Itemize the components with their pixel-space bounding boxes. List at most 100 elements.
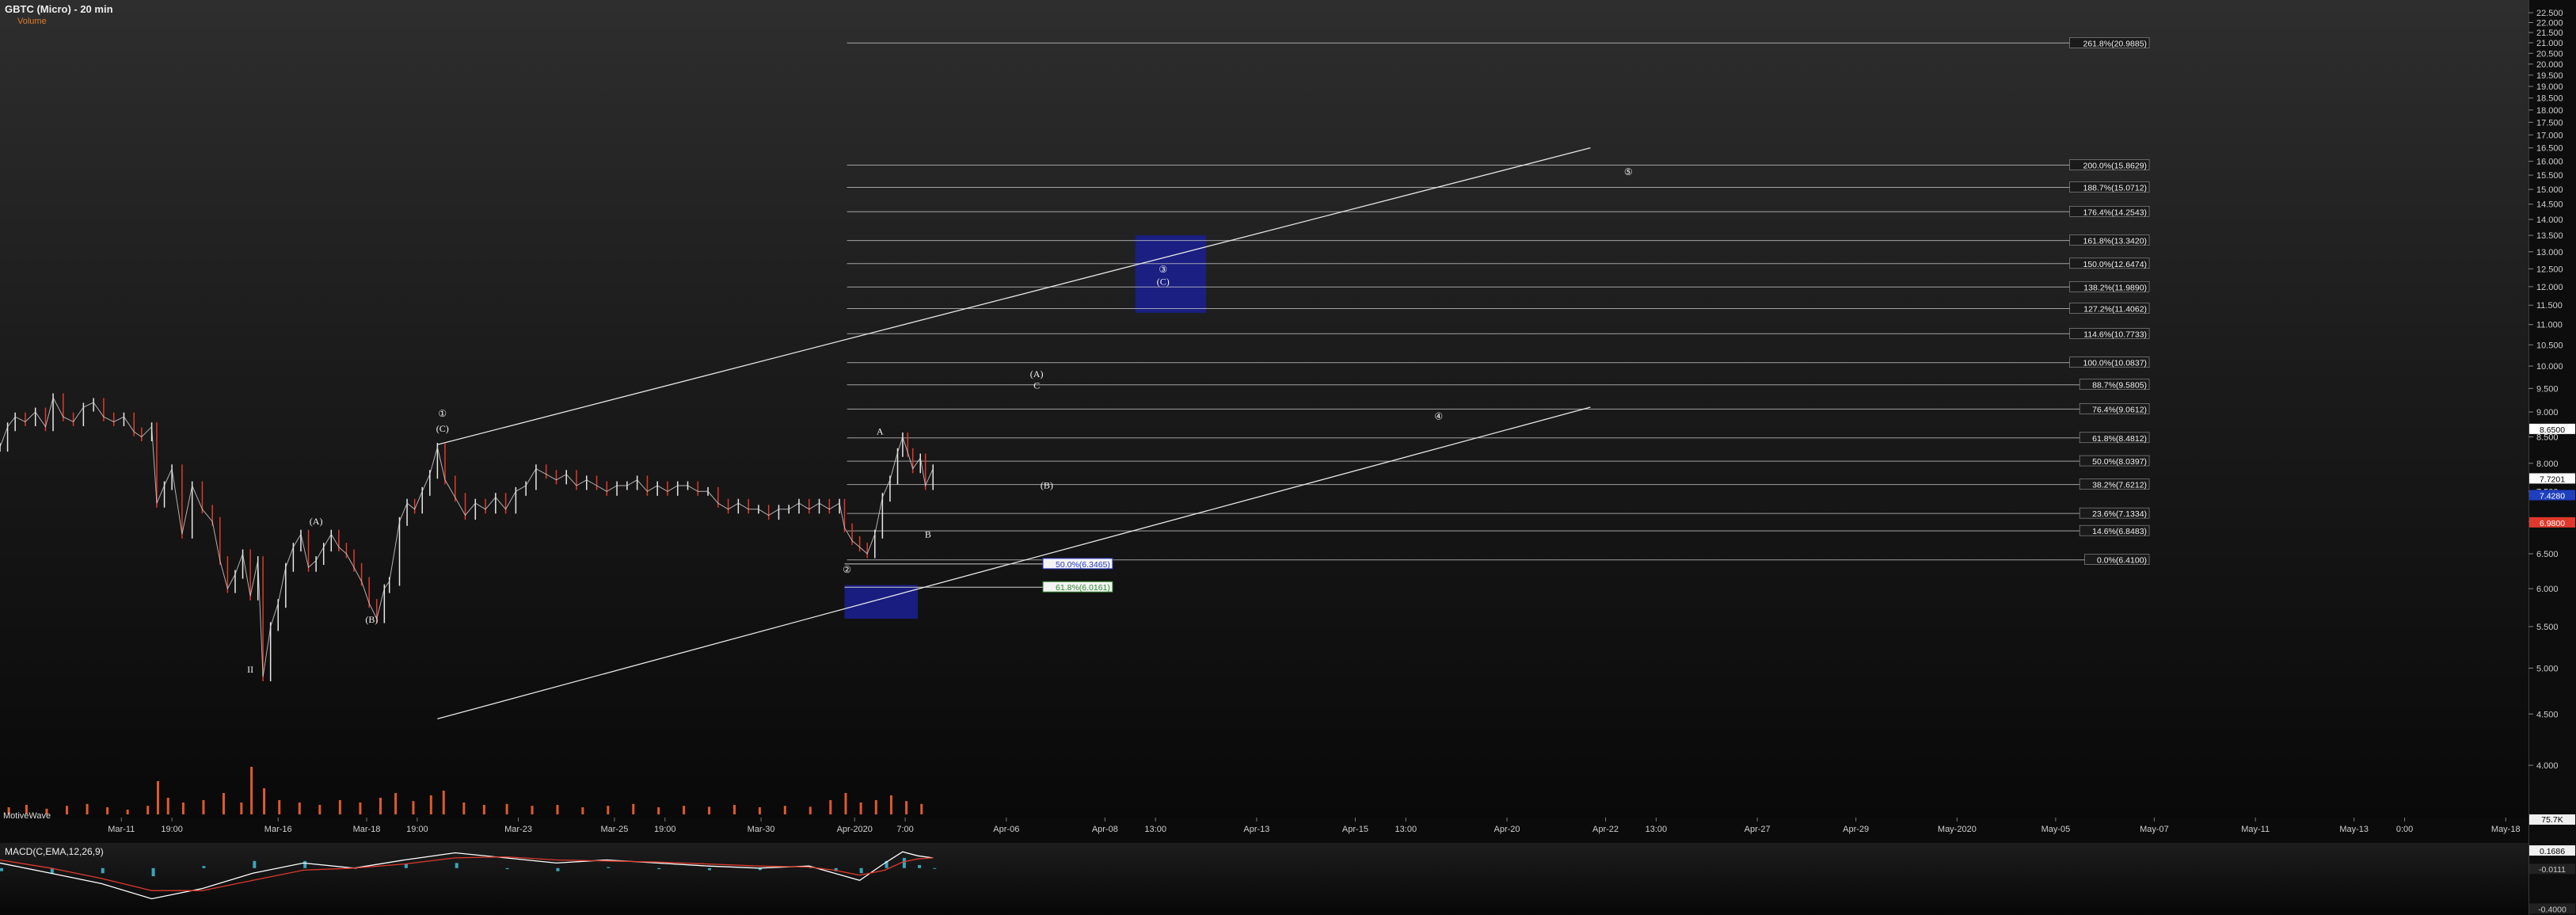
volume-label: Volume [17, 17, 47, 26]
volume-bar [412, 801, 415, 814]
x-tick-label: May-05 [2041, 825, 2071, 834]
wave-label: ① [438, 408, 447, 419]
volume-bar [202, 800, 205, 814]
wave-label: II [247, 664, 253, 675]
volume-bar [442, 791, 445, 814]
x-tick-label: Apr-22 [1592, 825, 1619, 834]
wave-label: ② [843, 564, 851, 575]
volume-bar [920, 803, 923, 814]
macd-hist-bar [556, 867, 560, 871]
y-tick-label: 11.000 [2536, 321, 2563, 330]
channel-line [437, 406, 1591, 720]
y-tick-label: 15.500 [2536, 171, 2563, 181]
y-tick-label: 5.000 [2536, 664, 2559, 673]
volume-bar [278, 800, 281, 814]
macd-hist-bar [253, 860, 257, 868]
x-tick-label: Apr-2020 [837, 825, 873, 834]
y-tick-label: 22.500 [2536, 9, 2563, 18]
macd-hist-bar [101, 867, 105, 874]
x-tick-label: Apr-27 [1745, 825, 1771, 834]
volume-bar [556, 805, 559, 814]
macd-hist-bar [918, 864, 922, 868]
volume-bar [181, 803, 185, 814]
volume-bar [783, 806, 786, 814]
y-tick-label: 13.500 [2536, 231, 2563, 241]
volume-bar [240, 803, 243, 814]
y-tick-label: 6.000 [2536, 585, 2559, 594]
y-tick-label: 12.000 [2536, 283, 2563, 292]
x-tick-label: Mar-18 [353, 825, 381, 834]
volume-bar [482, 805, 485, 814]
volume-bar [156, 781, 159, 814]
fib-label: 188.7%(15.0712) [2083, 184, 2147, 193]
volume-bar [607, 806, 610, 814]
chart-canvas: 4.0004.5005.0005.5006.0006.5007.0007.500… [0, 9, 2575, 914]
x-tick-label: May-11 [2241, 825, 2270, 834]
macd-hist-bar [505, 867, 509, 870]
volume-bar [889, 795, 892, 814]
x-tick-label: Mar-11 [108, 825, 135, 834]
price-line [0, 396, 934, 677]
wave-label: (C) [436, 423, 449, 434]
wave-label: (B) [1041, 480, 1053, 491]
fib-label: 161.8%(13.3420) [2083, 237, 2147, 246]
wave-label: (B) [365, 614, 378, 625]
x-tick-label: Apr-13 [1243, 825, 1269, 834]
x-tick-label: 13:00 [1646, 825, 1668, 834]
chart-title: GBTC (Micro) - 20 min [5, 3, 113, 15]
fib-label: 127.2%(11.4062) [2083, 305, 2147, 315]
fib-label: 200.0%(15.8629) [2083, 161, 2147, 170]
y-tick-label: 17.000 [2536, 131, 2563, 140]
y-tick-label: 10.000 [2536, 362, 2563, 372]
x-tick-label: Mar-16 [264, 825, 292, 834]
wave-label: ③ [1159, 264, 1167, 275]
fib-label: 50.0%(8.0397) [2092, 457, 2147, 467]
wave-label: C [1033, 379, 1040, 391]
volume-axis-label: 75.7K [2541, 815, 2563, 825]
wave-label: (C) [1157, 276, 1170, 288]
volume-bar [250, 767, 253, 814]
fib-label: 138.2%(11.9890) [2083, 283, 2147, 292]
price-marker-label: 7.4280 [2540, 491, 2565, 501]
volume-bar [146, 806, 150, 814]
volume-bar [844, 793, 847, 814]
volume-bar [298, 803, 301, 814]
price-marker-label: 7.7201 [2540, 475, 2565, 484]
macd-hist-bar [404, 864, 408, 868]
y-tick-label: 6.500 [2536, 550, 2559, 559]
watermark: MotiveWave [3, 811, 51, 821]
y-tick-label: 4.500 [2536, 710, 2559, 719]
fib-label: 76.4%(9.0612) [2092, 405, 2147, 414]
macd-axis-label: -0.4000 [2538, 905, 2566, 914]
y-tick-label: 21.500 [2536, 29, 2563, 38]
y-tick-label: 10.500 [2536, 341, 2563, 350]
y-tick-label: 20.500 [2536, 49, 2563, 59]
macd-hist-bar [303, 860, 307, 868]
x-tick-label: Apr-08 [1092, 825, 1118, 834]
x-tick-label: 13:00 [1395, 825, 1417, 834]
x-tick-label: May-13 [2339, 825, 2369, 834]
macd-hist-bar [859, 867, 863, 874]
macd-hist-bar [202, 866, 206, 868]
y-tick-label: 9.000 [2536, 408, 2559, 417]
target-zone [1135, 235, 1207, 313]
price-marker-label: 8.6500 [2540, 425, 2565, 435]
volume-bar [166, 798, 169, 814]
fib-label: 114.6%(10.7733) [2083, 330, 2147, 339]
volume-bar [429, 795, 432, 814]
x-tick-label: May-07 [2140, 825, 2169, 834]
macd-line [0, 851, 934, 900]
volume-bar [683, 806, 686, 814]
y-tick-label: 9.500 [2536, 384, 2559, 394]
volume-bar [632, 803, 635, 814]
volume-bar [758, 807, 761, 814]
y-tick-label: 18.000 [2536, 106, 2563, 116]
x-tick-label: May-18 [2491, 825, 2521, 834]
volume-bar [318, 805, 322, 814]
macd-hist-bar [607, 867, 611, 868]
fib-label: 38.2%(7.6212) [2092, 481, 2147, 490]
x-tick-label: 0:00 [2396, 825, 2413, 834]
volume-bar [462, 803, 466, 814]
fib-label: 150.0%(12.6474) [2083, 260, 2147, 269]
volume-bar [126, 810, 129, 814]
